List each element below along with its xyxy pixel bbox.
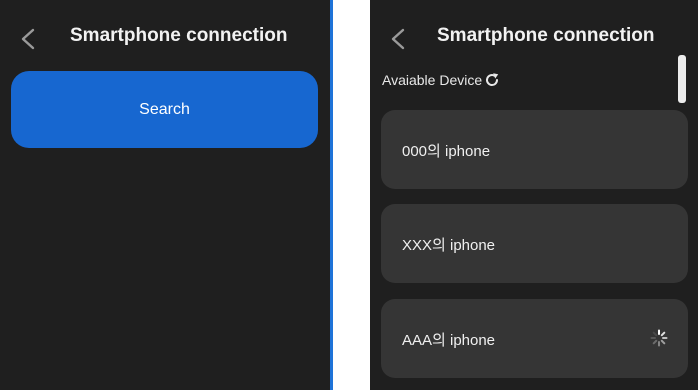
available-devices-label: Avaiable Device xyxy=(382,72,483,88)
device-name: XXX의 iphone xyxy=(402,237,496,254)
device-list-screen: Smartphone connection Avaiable Device 00… xyxy=(370,0,698,390)
device-name: AAA의 iphone xyxy=(402,332,496,349)
available-devices-header: Avaiable Device xyxy=(382,71,501,89)
refresh-icon[interactable] xyxy=(483,71,501,89)
device-item[interactable]: AAA의 iphone xyxy=(381,299,688,378)
device-item[interactable]: XXX의 iphone xyxy=(381,204,688,283)
device-name: 000의 iphone xyxy=(402,143,491,160)
page-title: Smartphone connection xyxy=(70,25,288,46)
search-screen: Smartphone connection Search xyxy=(0,0,330,390)
search-button[interactable]: Search xyxy=(11,71,318,148)
scrollbar[interactable] xyxy=(678,55,686,103)
back-chevron-icon[interactable] xyxy=(18,27,40,51)
page-title: Smartphone connection xyxy=(437,25,655,46)
header: Smartphone connection xyxy=(0,0,330,70)
loading-spinner-icon xyxy=(650,329,668,347)
header: Smartphone connection xyxy=(370,0,698,70)
device-item[interactable]: 000의 iphone xyxy=(381,110,688,189)
back-chevron-icon[interactable] xyxy=(388,27,410,51)
panel-divider xyxy=(330,0,333,390)
